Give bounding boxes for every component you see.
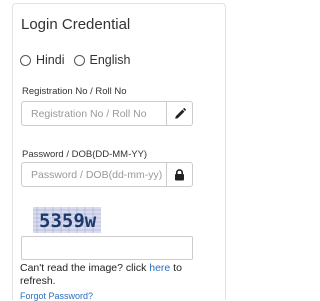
radio-label-english: English xyxy=(89,53,131,67)
captcha-input[interactable] xyxy=(21,236,193,260)
radio-button-english[interactable] xyxy=(73,54,85,66)
registration-label: Registration No / Roll No xyxy=(22,86,127,97)
captcha-image: 5359w xyxy=(33,207,101,233)
pencil-icon xyxy=(174,107,186,119)
refresh-prefix: Can't read the image? click xyxy=(20,262,150,274)
captcha-refresh-text: Can't read the image? click here to refr… xyxy=(20,262,190,288)
password-input[interactable] xyxy=(21,162,166,187)
radio-option-english[interactable]: English xyxy=(73,53,131,67)
radio-label-hindi: Hindi xyxy=(36,53,65,67)
lock-icon xyxy=(175,168,184,180)
registration-input[interactable] xyxy=(21,101,166,126)
registration-addon xyxy=(166,101,193,126)
radio-option-hindi[interactable]: Hindi xyxy=(20,53,65,67)
password-label: Password / DOB(DD-MM-YY) xyxy=(22,149,148,160)
radio-button-hindi[interactable] xyxy=(20,54,31,66)
language-radio-group: Hindi English xyxy=(20,53,140,67)
login-panel: Login Credential Hindi English Registrat… xyxy=(12,3,226,301)
password-addon xyxy=(166,162,193,187)
password-input-group xyxy=(21,162,193,187)
registration-input-group xyxy=(21,101,193,126)
captcha-text: 5359w xyxy=(39,210,97,232)
panel-title: Login Credential xyxy=(21,16,131,33)
refresh-link[interactable]: here xyxy=(149,262,170,274)
